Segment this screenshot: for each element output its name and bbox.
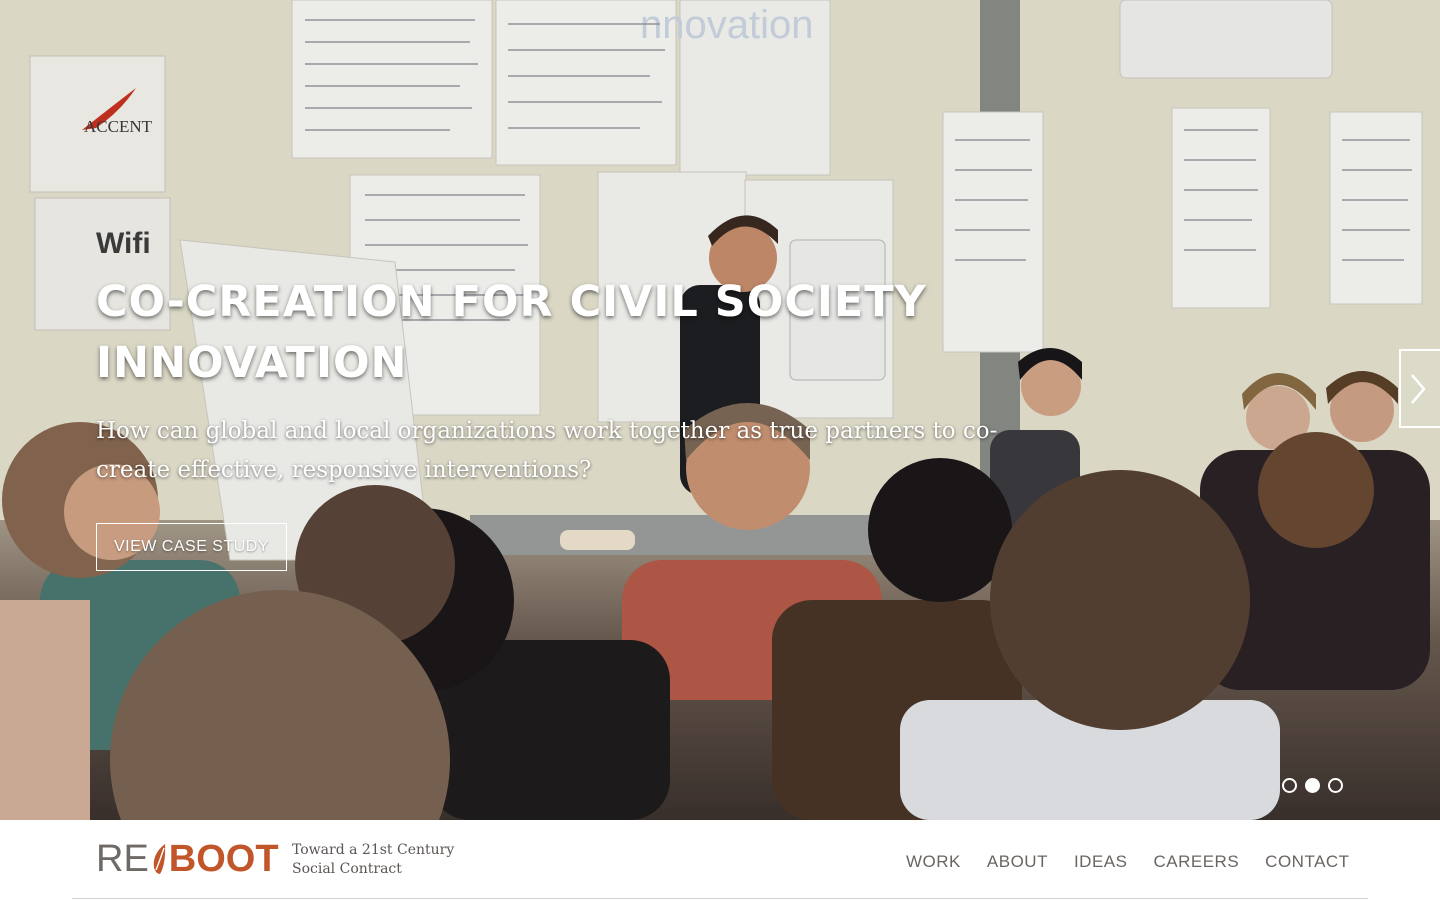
carousel-next-button[interactable] bbox=[1399, 349, 1440, 428]
header-divider bbox=[72, 898, 1368, 899]
carousel-indicators bbox=[1282, 778, 1343, 793]
carousel-dot[interactable] bbox=[1282, 778, 1297, 793]
nav-item-contact[interactable]: CONTACT bbox=[1265, 850, 1349, 874]
carousel-dot[interactable] bbox=[1328, 778, 1343, 793]
hero-overlay bbox=[0, 0, 1440, 820]
main-navigation: WORK ABOUT IDEAS CAREERS CONTACT bbox=[906, 850, 1350, 874]
nav-item-work[interactable]: WORK bbox=[906, 850, 961, 874]
site-tagline: Toward a 21st Century Social Contract bbox=[292, 842, 455, 877]
logo-leaf-icon bbox=[153, 844, 165, 874]
carousel-dot-active[interactable] bbox=[1305, 778, 1320, 793]
nav-item-ideas[interactable]: IDEAS bbox=[1074, 850, 1128, 874]
nav-item-about[interactable]: ABOUT bbox=[987, 850, 1048, 874]
reboot-logo[interactable]: RE BOOT bbox=[96, 838, 279, 880]
hero-carousel: ACCENT Wifi nnovation CO-CREATION FOR CI… bbox=[0, 0, 1440, 820]
chevron-right-icon bbox=[1411, 373, 1426, 404]
nav-item-careers[interactable]: CAREERS bbox=[1153, 850, 1239, 874]
hero-subtitle: How can global and local organizations w… bbox=[96, 418, 998, 483]
view-case-study-button[interactable]: VIEW CASE STUDY bbox=[96, 523, 287, 571]
logo-suffix: BOOT bbox=[168, 838, 279, 880]
logo-prefix: RE bbox=[96, 838, 149, 880]
hero-title: CO-CREATION FOR CIVIL SOCIETY INNOVATION bbox=[96, 277, 927, 388]
